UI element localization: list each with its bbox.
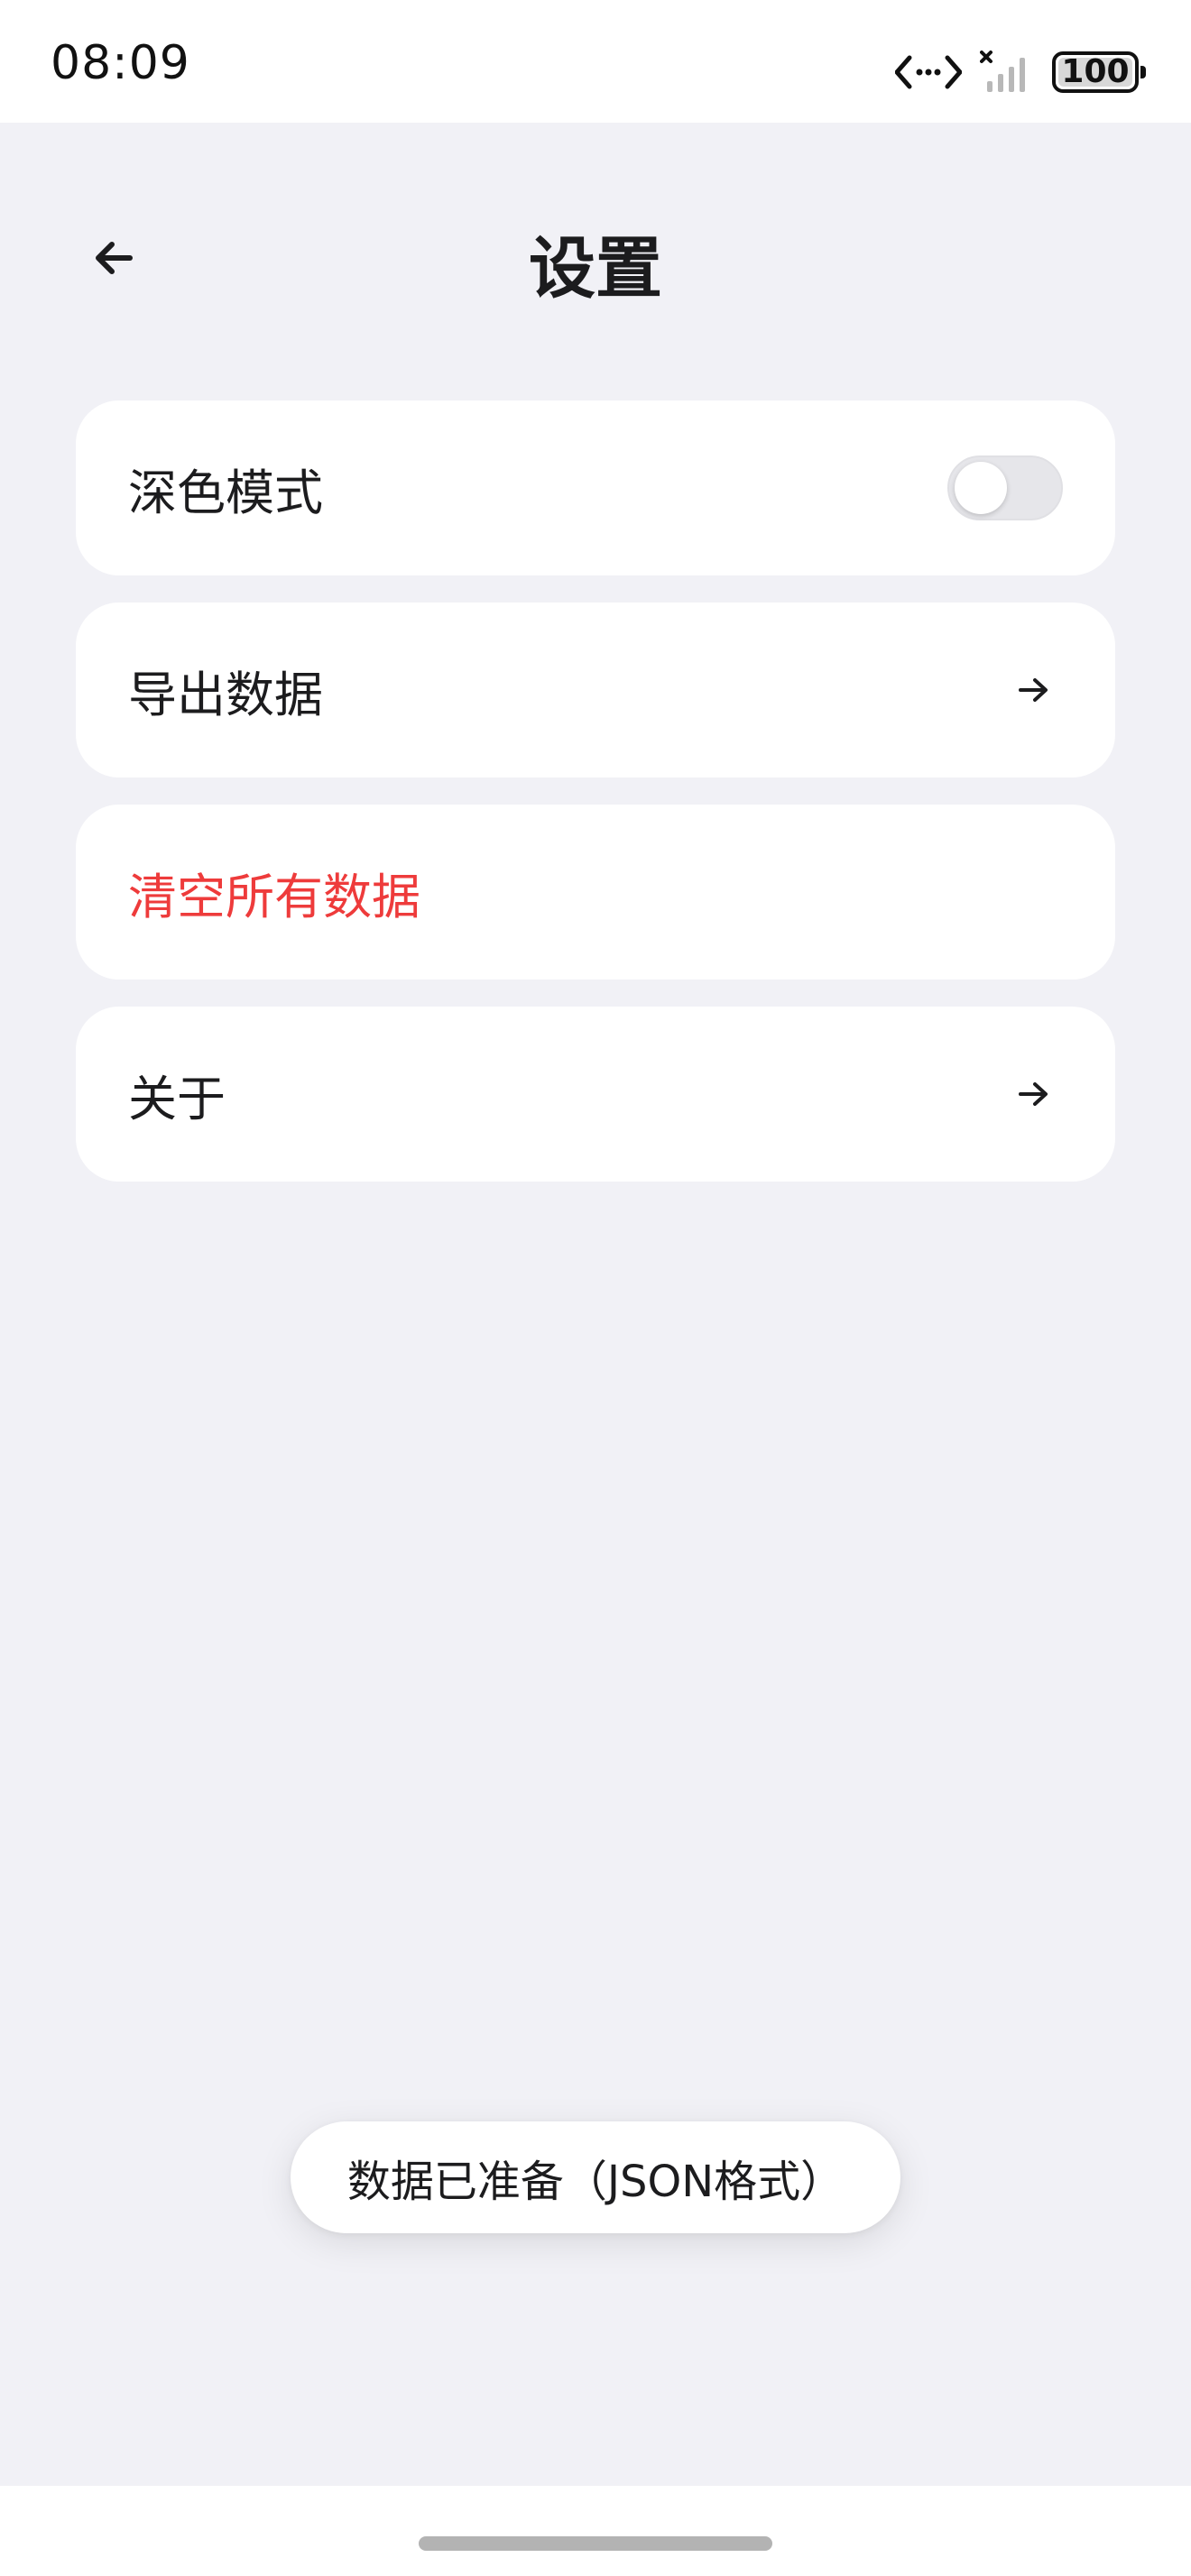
page-title: 设置 xyxy=(529,230,662,308)
home-indicator[interactable] xyxy=(419,2536,772,2551)
battery-icon: 100 xyxy=(1052,51,1146,93)
data-transfer-icon xyxy=(895,54,962,90)
dark-mode-setting[interactable]: 深色模式 xyxy=(76,400,1115,575)
setting-label: 关于 xyxy=(128,1070,226,1127)
signal-no-service-icon xyxy=(980,51,1034,94)
bottom-gesture-area xyxy=(0,2486,1191,2576)
toast-message: 数据已准备（JSON格式） xyxy=(346,2157,845,2207)
battery-level: 100 xyxy=(1061,53,1130,90)
setting-label: 深色模式 xyxy=(128,464,323,521)
arrow-right-icon xyxy=(1016,1076,1052,1112)
status-time: 08:09 xyxy=(51,36,190,90)
arrow-right-icon xyxy=(1016,672,1052,708)
dark-mode-toggle[interactable] xyxy=(947,455,1063,520)
about-setting[interactable]: 关于 xyxy=(76,1007,1115,1182)
clear-all-data-setting[interactable]: 清空所有数据 xyxy=(76,805,1115,980)
toast-notification: 数据已准备（JSON格式） xyxy=(291,2121,900,2233)
export-data-setting[interactable]: 导出数据 xyxy=(76,603,1115,777)
settings-screen: 08:09 100 设置 深色模式 导出数据 清空所有数据 关于 数据已准备（J… xyxy=(0,0,1191,2576)
status-icons: 100 xyxy=(895,43,1146,101)
setting-label: 清空所有数据 xyxy=(128,868,420,925)
setting-label: 导出数据 xyxy=(128,666,323,723)
status-bar: 08:09 100 xyxy=(0,0,1191,123)
toggle-knob xyxy=(955,462,1007,514)
